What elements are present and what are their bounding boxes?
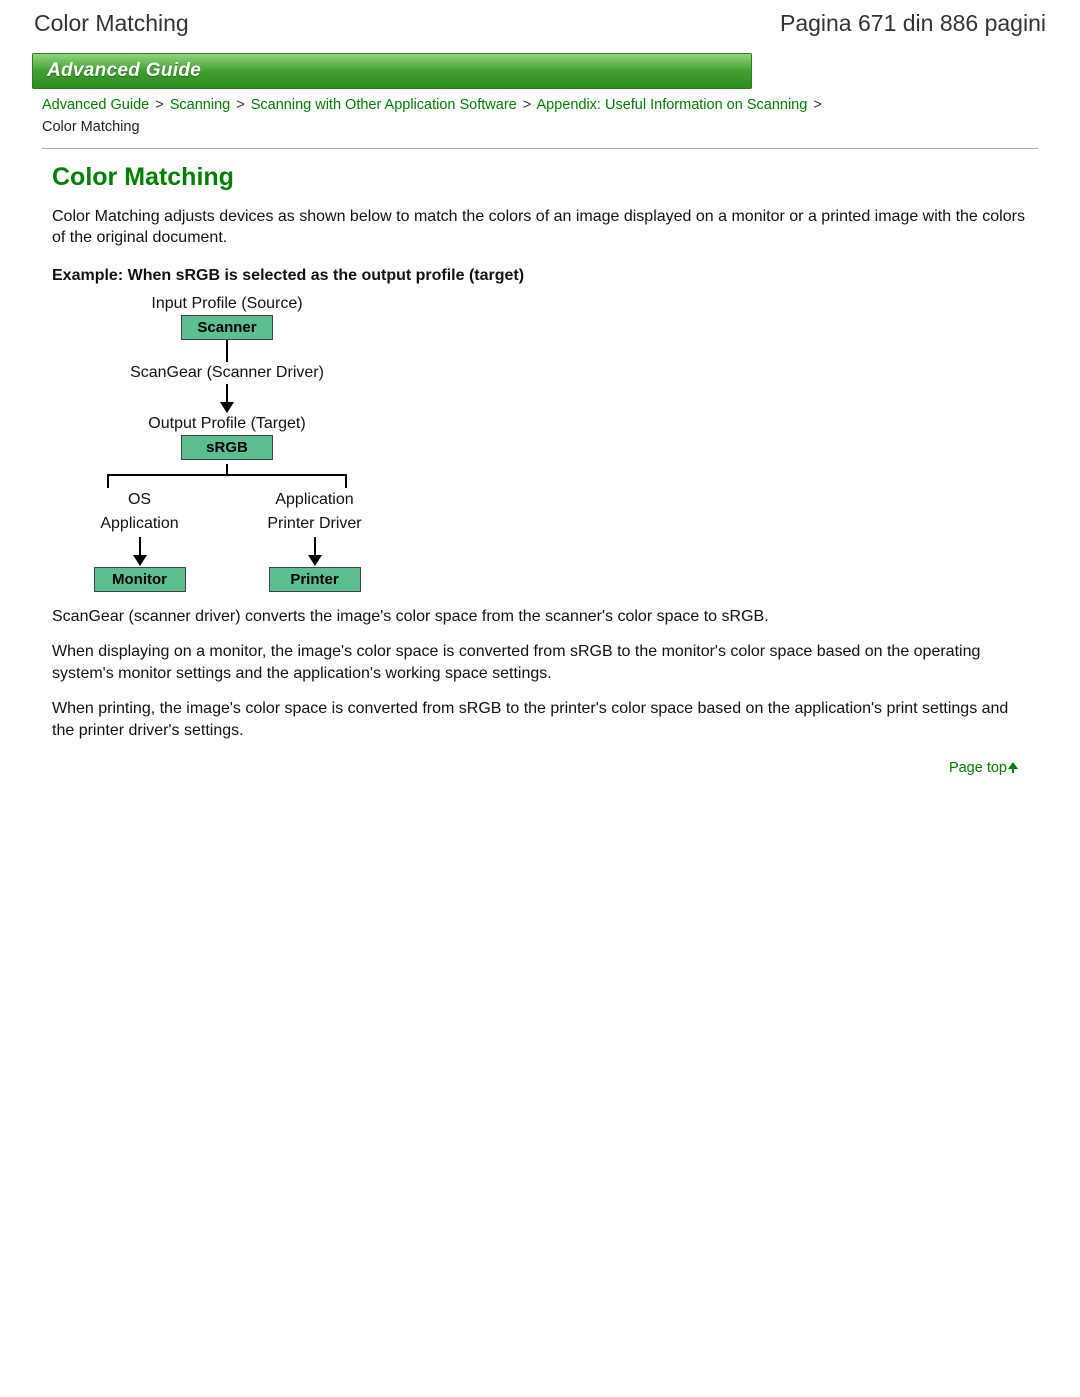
breadcrumb-current: Color Matching <box>42 119 140 135</box>
body-paragraph-2: When displaying on a monitor, the image'… <box>52 641 1028 684</box>
breadcrumb: Advanced Guide > Scanning > Scanning wit… <box>32 89 1048 142</box>
breadcrumb-sep: > <box>813 97 821 113</box>
scangear-label: ScanGear (Scanner Driver) <box>52 364 402 382</box>
connector-line <box>226 464 228 474</box>
top-title-right: Pagina 671 din 886 pagini <box>780 10 1046 37</box>
section-banner: Advanced Guide <box>32 53 752 89</box>
intro-paragraph: Color Matching adjusts devices as shown … <box>52 206 1028 249</box>
breadcrumb-sep: > <box>155 97 163 113</box>
page-title: Color Matching <box>52 163 1028 192</box>
page-top-label: Page top <box>949 760 1007 776</box>
breadcrumb-link-scanning[interactable]: Scanning <box>170 97 230 113</box>
arrow-down-icon <box>308 537 322 566</box>
input-profile-label: Input Profile (Source) <box>52 295 402 313</box>
breadcrumb-link-appendix[interactable]: Appendix: Useful Information on Scanning <box>536 97 807 113</box>
split-connector <box>107 474 347 488</box>
printer-driver-label: Printer Driver <box>267 514 361 534</box>
breadcrumb-link-other-software[interactable]: Scanning with Other Application Software <box>251 97 517 113</box>
connector-line <box>226 340 228 362</box>
right-path: Application Printer Driver Printer <box>227 488 402 592</box>
breadcrumb-link-advanced-guide[interactable]: Advanced Guide <box>42 97 149 113</box>
output-profile-label: Output Profile (Target) <box>52 415 402 433</box>
arrow-down-icon <box>133 537 147 566</box>
breadcrumb-sep: > <box>236 97 244 113</box>
srgb-box: sRGB <box>181 435 273 460</box>
left-path: OS Application Monitor <box>52 488 227 592</box>
page-top-link[interactable]: Page top <box>949 760 1018 776</box>
body-paragraph-3: When printing, the image's color space i… <box>52 698 1028 741</box>
scanner-box: Scanner <box>181 315 273 340</box>
monitor-box: Monitor <box>94 567 186 592</box>
application-label-2: Application <box>275 490 353 510</box>
flow-diagram: Input Profile (Source) Scanner ScanGear … <box>52 295 402 592</box>
breadcrumb-sep: > <box>523 97 531 113</box>
arrow-up-icon <box>1008 762 1018 774</box>
body-paragraph-1: ScanGear (scanner driver) converts the i… <box>52 606 1028 628</box>
application-label: Application <box>100 514 178 534</box>
top-bar: Color Matching Pagina 671 din 886 pagini <box>32 10 1048 37</box>
os-label: OS <box>128 490 151 510</box>
printer-box: Printer <box>269 567 361 592</box>
divider <box>42 148 1038 149</box>
arrow-down-icon <box>52 384 402 413</box>
example-heading: Example: When sRGB is selected as the ou… <box>52 267 1028 285</box>
top-title-left: Color Matching <box>34 10 189 37</box>
